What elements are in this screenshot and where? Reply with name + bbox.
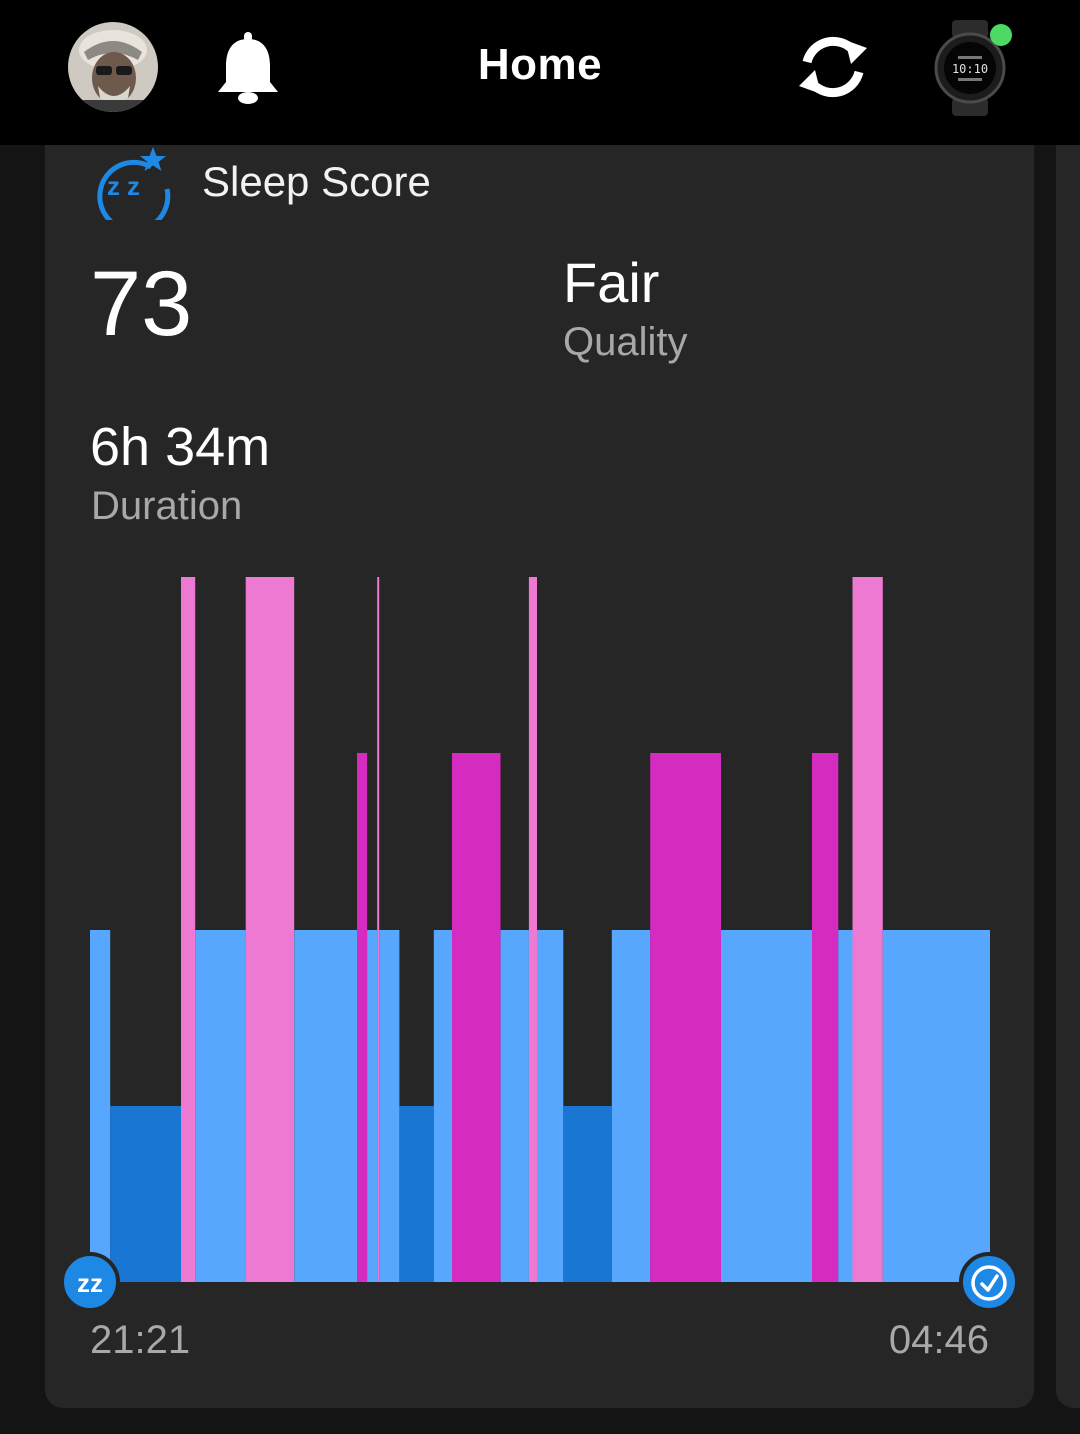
sleep-stage-bar-light <box>195 930 246 1282</box>
sleep-stage-bar-deep <box>110 1106 181 1282</box>
sleep-stage-bar-light <box>838 930 853 1282</box>
sleep-end-time: 04:46 <box>888 1318 989 1362</box>
sleep-stage-bar-awake <box>377 577 380 1282</box>
svg-text:zz: zz <box>77 1268 103 1298</box>
sleep-stage-bar-rem <box>650 753 721 1282</box>
sleep-stage-bar-deep <box>399 1106 434 1282</box>
sleep-stage-bar-light <box>379 930 400 1282</box>
sleep-stage-bar-light <box>537 930 564 1282</box>
sleep-stage-bar-light <box>500 930 529 1282</box>
sleep-stage-bar-light <box>90 930 111 1282</box>
sleep-stage-bar-awake <box>852 577 883 1282</box>
sleep-stage-bar-awake <box>528 577 537 1282</box>
sleep-stage-bar-light <box>611 930 651 1282</box>
sleep-stage-bar-light <box>433 930 452 1282</box>
sleep-start-time: 21:21 <box>90 1318 191 1362</box>
sleep-stage-bar-rem <box>812 753 839 1282</box>
sleep-stage-bar-rem <box>452 753 501 1282</box>
sleep-stage-bar-rem <box>357 753 368 1282</box>
zz-icon: zz <box>60 1252 120 1312</box>
sleep-stage-bar-light <box>294 930 357 1282</box>
sleep-stage-bar-deep <box>563 1106 612 1282</box>
sleep-stages-chart: zz <box>60 577 1019 1312</box>
sleep-stage-bar-awake <box>245 577 295 1282</box>
sleep-stage-bar-light <box>721 930 812 1282</box>
sleep-stage-bar-light <box>882 930 990 1282</box>
sleep-stage-bar-light <box>367 930 378 1282</box>
sleep-stage-bar-awake <box>181 577 196 1282</box>
clock-icon <box>959 1252 1019 1312</box>
